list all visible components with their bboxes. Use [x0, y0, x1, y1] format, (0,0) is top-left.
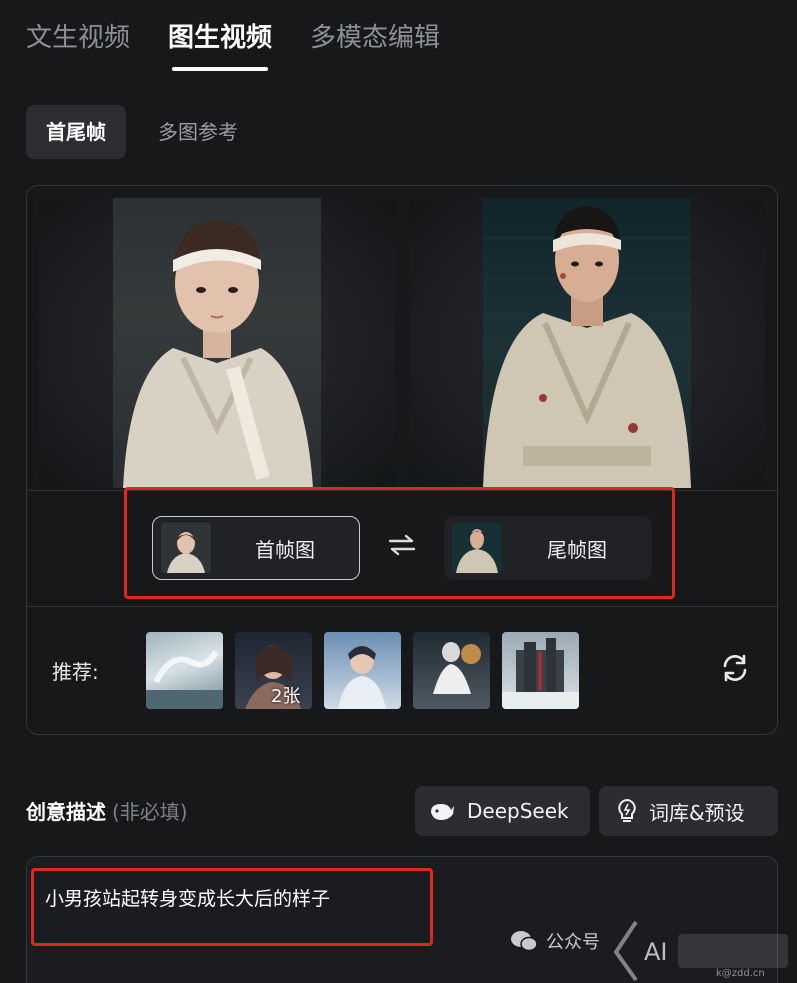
- brand-logo-site: k@zdd.cn: [716, 968, 765, 979]
- swap-arrows-icon[interactable]: [360, 533, 444, 564]
- subtab-first-last-frame[interactable]: 首尾帧: [26, 105, 126, 159]
- brand-logo: AI k@zdd.cn: [596, 912, 796, 982]
- deepseek-button[interactable]: DeepSeek: [415, 786, 590, 836]
- recommend-item[interactable]: 2张: [235, 632, 312, 709]
- child-thumb-icon: [167, 532, 205, 573]
- brand-logo-ai: AI: [644, 938, 668, 966]
- subtab-multi-image-reference[interactable]: 多图参考: [138, 105, 258, 159]
- frame-selector: 首帧图 尾帧图: [152, 516, 652, 580]
- sub-tabs: 首尾帧 多图参考: [26, 105, 258, 159]
- divider-top: [27, 490, 777, 491]
- child-portrait-icon: [123, 220, 313, 488]
- refresh-icon[interactable]: [719, 652, 751, 684]
- first-frame-preview[interactable]: [39, 198, 395, 488]
- lightbulb-icon: [618, 798, 636, 822]
- last-frame-image: [483, 198, 691, 488]
- library-preset-label: 词库&预设: [649, 800, 745, 825]
- castle-icon: [502, 638, 579, 709]
- description-optional: (非必填): [112, 800, 188, 824]
- adult-thumb-icon: [456, 529, 498, 573]
- boy-portrait-icon: [338, 646, 386, 709]
- recommend-item[interactable]: [146, 632, 223, 709]
- first-frame-label: 首帧图: [255, 537, 315, 562]
- wechat-watermark: 公众号: [510, 928, 600, 954]
- frame-panel: 推荐: 2张: [26, 185, 778, 735]
- library-preset-button[interactable]: 词库&预设: [599, 786, 778, 836]
- recommend-thumbs: 2张: [146, 632, 579, 709]
- recommend-label: 推荐:: [52, 660, 99, 684]
- tab-text-to-video[interactable]: 文生视频: [26, 18, 130, 62]
- first-frame-button[interactable]: 首帧图: [152, 516, 360, 580]
- last-frame-label: 尾帧图: [547, 537, 607, 562]
- dragon-icon: [146, 650, 223, 709]
- last-frame-thumb: [452, 523, 502, 573]
- recommend-item[interactable]: [413, 632, 490, 709]
- warrior-icon: [433, 642, 481, 694]
- first-frame-image: [113, 198, 321, 488]
- watermark-text: 公众号: [546, 932, 600, 953]
- description-title: 创意描述: [26, 800, 106, 824]
- tab-image-to-video[interactable]: 图生视频: [168, 18, 272, 71]
- deepseek-label: DeepSeek: [467, 799, 569, 823]
- divider-bottom: [27, 606, 777, 607]
- tab-multimodal-edit[interactable]: 多模态编辑: [310, 18, 440, 62]
- preview-row: [39, 198, 765, 488]
- last-frame-button[interactable]: 尾帧图: [444, 516, 652, 580]
- whale-icon: [431, 804, 454, 820]
- brand-logo-icon: AI k@zdd.cn: [613, 920, 788, 982]
- prompt-value: 小男孩站起转身变成长大后的样子: [45, 888, 331, 910]
- recommend-item[interactable]: [502, 632, 579, 709]
- description-heading: 创意描述 (非必填): [26, 796, 188, 825]
- recommend-count-badge: 2张: [271, 686, 301, 707]
- last-frame-preview[interactable]: [409, 198, 765, 488]
- first-frame-thumb: [161, 523, 211, 573]
- adult-portrait-icon: [483, 206, 691, 488]
- mode-tabs: 文生视频 图生视频 多模态编辑: [26, 18, 478, 71]
- wechat-icon: [511, 931, 538, 952]
- recommend-row: 推荐: 2张: [52, 632, 579, 709]
- recommend-item[interactable]: [324, 632, 401, 709]
